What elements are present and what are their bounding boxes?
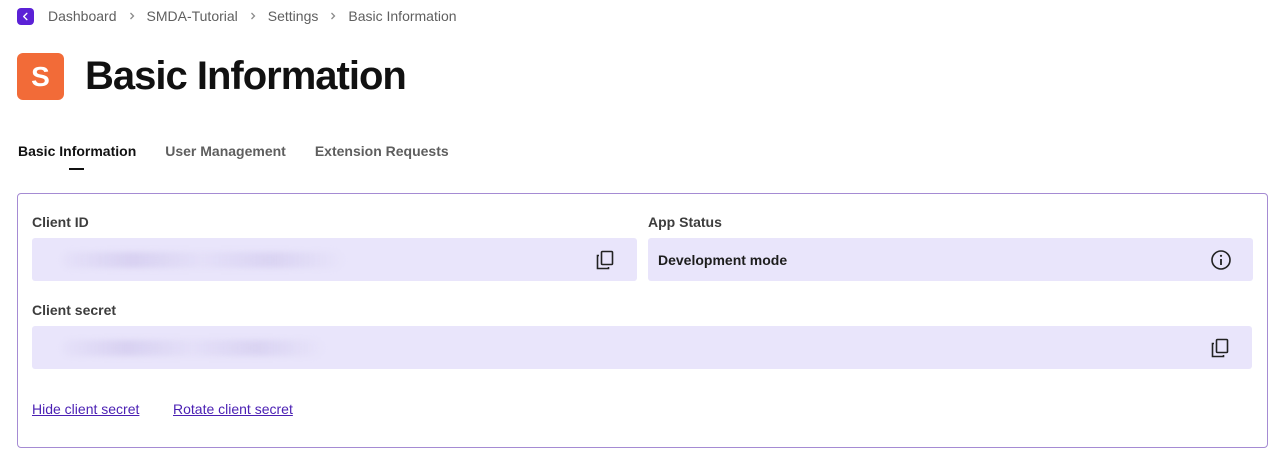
breadcrumb-item-current: Basic Information — [348, 8, 457, 24]
credentials-card: Client ID App Status Development mode Cl… — [17, 193, 1268, 448]
chevron-right-icon — [329, 11, 337, 21]
tab-basic-information[interactable]: Basic Information — [18, 143, 136, 170]
client-secret-value-redacted — [62, 339, 322, 356]
tab-user-management[interactable]: User Management — [165, 143, 286, 159]
breadcrumb-item-dashboard[interactable]: Dashboard — [48, 8, 117, 24]
info-icon — [1211, 249, 1231, 270]
client-id-label: Client ID — [32, 214, 89, 230]
tab-bar: Basic Information User Management Extens… — [18, 143, 478, 170]
copy-client-id-button[interactable] — [593, 248, 617, 272]
copy-icon — [1211, 338, 1229, 357]
breadcrumb: Dashboard SMDA-Tutorial Settings Basic I… — [17, 6, 457, 26]
client-secret-field[interactable] — [32, 326, 1252, 369]
app-avatar: S — [17, 53, 64, 100]
chevron-right-icon — [128, 11, 136, 21]
client-id-value-redacted — [62, 251, 342, 268]
app-status-field: Development mode — [648, 238, 1253, 281]
copy-icon — [596, 250, 614, 269]
app-status-label: App Status — [648, 214, 722, 230]
copy-client-secret-button[interactable] — [1208, 336, 1232, 360]
breadcrumb-item-app[interactable]: SMDA-Tutorial — [147, 8, 238, 24]
client-id-field[interactable] — [32, 238, 637, 281]
client-secret-label: Client secret — [32, 302, 117, 318]
page-header: S Basic Information — [17, 53, 407, 100]
rotate-client-secret-link[interactable]: Rotate client secret — [173, 401, 293, 417]
breadcrumb-item-settings[interactable]: Settings — [268, 8, 319, 24]
chevron-left-icon — [23, 12, 28, 20]
hide-client-secret-link[interactable]: Hide client secret — [32, 401, 139, 417]
app-status-value: Development mode — [658, 251, 788, 268]
app-status-info-button[interactable] — [1209, 248, 1233, 272]
tab-extension-requests[interactable]: Extension Requests — [315, 143, 449, 159]
back-button[interactable] — [17, 7, 34, 25]
page-title: Basic Information — [85, 54, 407, 98]
chevron-right-icon — [249, 11, 257, 21]
